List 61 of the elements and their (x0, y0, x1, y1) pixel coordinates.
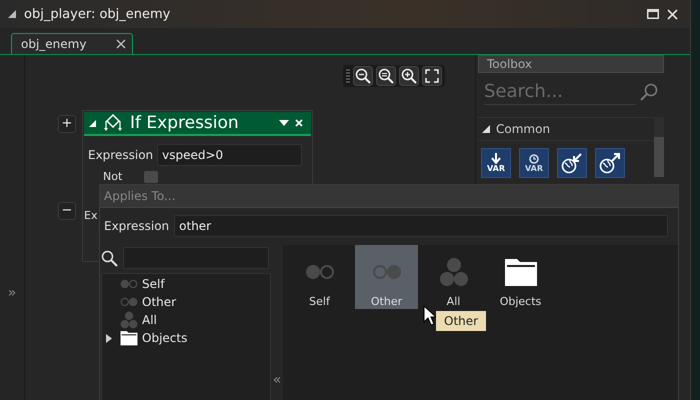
triangle-icon (89, 120, 96, 126)
dropdown-icon[interactable] (279, 120, 289, 126)
close-icon[interactable] (667, 8, 678, 20)
two-circles-icon (372, 264, 402, 280)
grip-icon (346, 69, 350, 83)
folder-icon (120, 330, 138, 346)
field-label: Ex (84, 209, 98, 222)
panel-title: Toolbox (487, 57, 532, 71)
maximize-icon[interactable] (647, 9, 659, 19)
collapse-toggle[interactable]: « (272, 372, 282, 388)
mouse-pointer-icon (423, 305, 437, 326)
dialog-title: Applies To... (104, 189, 176, 203)
field-label: Expression (88, 148, 154, 162)
triangle-icon (482, 125, 490, 133)
section-header[interactable]: Common (478, 117, 654, 141)
action-tile[interactable]: VAR (519, 148, 549, 178)
grid-item[interactable]: Objects (489, 245, 552, 309)
field-label: Not (103, 170, 122, 183)
caret-right-icon[interactable] (106, 334, 112, 342)
clock-icon (529, 154, 539, 164)
action-tile[interactable] (557, 148, 587, 178)
two-circles-icon (120, 297, 138, 307)
two-circles-icon (120, 279, 138, 289)
expression-field[interactable]: other (174, 215, 668, 237)
action-tile[interactable]: VAR (481, 148, 511, 178)
zoom-reset-icon[interactable] (376, 66, 396, 86)
field-label: Expression (104, 219, 170, 233)
fit-screen-icon[interactable] (422, 66, 442, 86)
zoom-in-icon[interactable] (399, 66, 419, 86)
zoom-out-icon[interactable] (353, 66, 373, 86)
globe-arrow-out-icon (599, 152, 621, 174)
expression-field[interactable]: vspeed>0 (157, 144, 302, 166)
scrollbar[interactable] (654, 117, 664, 177)
close-icon[interactable] (116, 39, 126, 49)
not-checkbox[interactable] (144, 170, 158, 182)
collapse-button[interactable]: − (58, 202, 76, 220)
three-circles-icon (438, 257, 468, 287)
tooltip: Other (436, 311, 486, 331)
search-field[interactable]: Search... (484, 79, 636, 105)
expand-toggle[interactable]: » (8, 284, 16, 300)
grid-item[interactable]: Self (288, 245, 351, 309)
expand-button[interactable]: + (58, 115, 76, 133)
window-title: obj_player: obj_enemy (24, 6, 170, 22)
editor-tab[interactable]: obj_enemy (11, 33, 134, 54)
tree-item[interactable]: Other (102, 293, 270, 311)
node-title: If Expression (130, 113, 239, 133)
down-arrow-icon (491, 153, 501, 164)
three-circles-icon (120, 311, 138, 329)
tree-item[interactable]: Objects (102, 329, 270, 347)
search-icon (640, 83, 658, 101)
search-icon (101, 250, 118, 266)
two-circles-icon (304, 264, 334, 280)
globe-arrow-in-icon (561, 152, 583, 174)
tree-item[interactable]: All (102, 311, 270, 329)
branch-diamond-icon (102, 113, 124, 133)
tree-item[interactable]: Self (102, 275, 270, 293)
grid-item[interactable]: All (422, 245, 485, 309)
action-tile[interactable] (595, 148, 625, 178)
grid-item[interactable]: Other (355, 245, 418, 309)
triangle-icon (8, 10, 16, 18)
folder-icon (504, 257, 538, 287)
